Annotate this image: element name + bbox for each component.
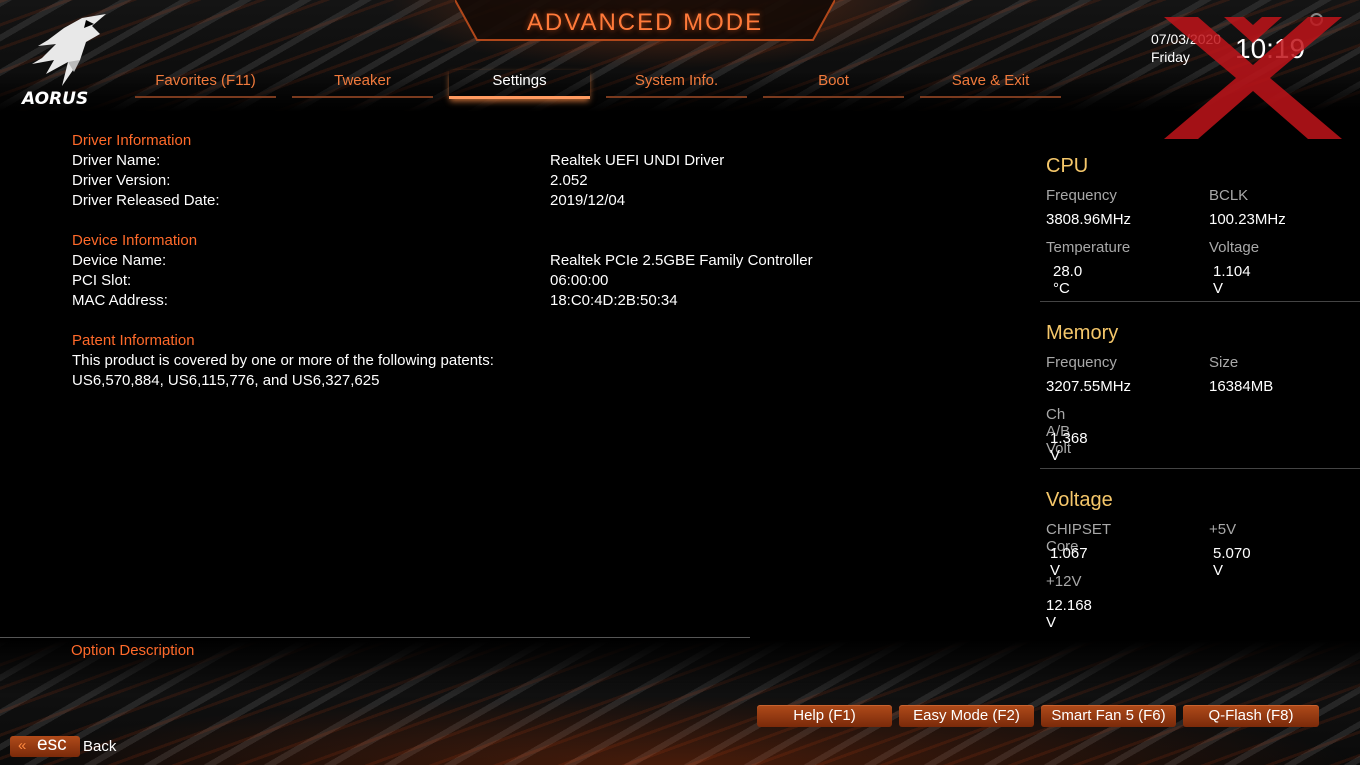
- option-description-divider: [0, 637, 750, 638]
- back-label: Back: [83, 738, 117, 755]
- panel-divider: [1040, 468, 1360, 469]
- esc-key-label: esc: [37, 734, 67, 755]
- pci-slot-label: PCI Slot:: [72, 272, 132, 289]
- watermark-logo: [1164, 17, 1342, 139]
- cpu-bclk-value: 100.23MHz: [1209, 211, 1286, 228]
- plus5v-value: 5.070 V: [1213, 545, 1251, 579]
- tab-label: Settings: [492, 72, 547, 89]
- cpu-voltage-label: Voltage: [1209, 239, 1260, 256]
- patent-text-line-2: US6,570,884, US6,115,776, and US6,327,62…: [72, 372, 380, 389]
- esc-button[interactable]: « esc: [10, 734, 80, 757]
- pci-slot-row: PCI Slot: 06:00:00: [72, 271, 892, 291]
- plus12v-label: +12V: [1046, 573, 1082, 590]
- cpu-voltage-value: 1.104 V: [1213, 263, 1251, 297]
- driver-name-row: Driver Name: Realtek UEFI UNDI Driver: [72, 151, 892, 171]
- memory-frequency-label: Frequency: [1046, 354, 1117, 371]
- driver-date-row: Driver Released Date: 2019/12/04: [72, 191, 892, 211]
- mac-address-value: 18:C0:4D:2B:50:34: [550, 292, 678, 309]
- qflash-button[interactable]: Q-Flash (F8): [1183, 705, 1319, 727]
- driver-name-label: Driver Name:: [72, 152, 161, 169]
- memory-heading: Memory: [1046, 322, 1119, 344]
- plus12v-value: 12.168 V: [1046, 597, 1092, 631]
- tab-label: Boot: [818, 72, 849, 89]
- device-name-value: Realtek PCIe 2.5GBE Family Controller: [550, 252, 813, 269]
- driver-name-value: Realtek UEFI UNDI Driver: [550, 152, 725, 169]
- tab-label: System Info.: [634, 72, 719, 89]
- tab-label: Save & Exit: [951, 72, 1030, 89]
- footer-background: [0, 640, 1360, 765]
- cpu-temperature-value: 28.0 °C: [1053, 263, 1083, 297]
- cpu-temperature-label: Temperature: [1046, 239, 1131, 256]
- title-plate: ADVANCED MODE: [455, 0, 835, 44]
- cpu-frequency-label: Frequency: [1046, 187, 1117, 204]
- settings-content: Driver Information Driver Name: Realtek …: [72, 131, 892, 391]
- tab-label: Tweaker: [334, 72, 391, 89]
- device-name-row: Device Name: Realtek PCIe 2.5GBE Family …: [72, 251, 892, 271]
- aorus-eagle-icon: [32, 14, 106, 86]
- driver-date-value: 2019/12/04: [550, 192, 626, 209]
- patent-info-heading: Patent Information: [72, 332, 195, 349]
- plus5v-label: +5V: [1209, 521, 1237, 538]
- tab-tweaker[interactable]: Tweaker: [292, 70, 433, 98]
- patent-text-line-1: This product is covered by one or more o…: [72, 352, 494, 369]
- driver-date-label: Driver Released Date:: [72, 192, 220, 209]
- cpu-frequency-value: 3808.96MHz: [1046, 211, 1132, 228]
- tab-system-info[interactable]: System Info.: [606, 70, 747, 98]
- panel-divider: [1040, 301, 1360, 302]
- tab-favorites[interactable]: Favorites (F11): [135, 70, 276, 98]
- driver-info-heading: Driver Information: [72, 132, 192, 149]
- memory-size-label: Size: [1209, 354, 1239, 371]
- device-info-heading: Device Information: [72, 232, 198, 249]
- mac-address-label: MAC Address:: [72, 292, 168, 309]
- logo-text: AORUS: [22, 89, 89, 109]
- double-chevron-left-icon: «: [18, 737, 27, 754]
- driver-version-row: Driver Version: 2.052: [72, 171, 892, 191]
- page-title: ADVANCED MODE: [526, 9, 764, 36]
- tab-save-exit[interactable]: Save & Exit: [920, 70, 1061, 98]
- cpu-bclk-label: BCLK: [1209, 187, 1249, 204]
- mac-address-row: MAC Address: 18:C0:4D:2B:50:34: [72, 291, 892, 311]
- tab-boot[interactable]: Boot: [763, 70, 904, 98]
- memory-size-value: 16384MB: [1209, 378, 1274, 395]
- help-button[interactable]: Help (F1): [757, 705, 892, 727]
- smart-fan-button[interactable]: Smart Fan 5 (F6): [1041, 705, 1176, 727]
- voltage-heading: Voltage: [1046, 489, 1113, 511]
- driver-version-value: 2.052: [550, 172, 588, 189]
- cpu-heading: CPU: [1046, 155, 1089, 177]
- device-name-label: Device Name:: [72, 252, 167, 269]
- memory-frequency-value: 3207.55MHz: [1046, 378, 1132, 395]
- tab-settings[interactable]: Settings: [449, 70, 590, 99]
- tab-label: Favorites (F11): [155, 72, 256, 89]
- driver-version-label: Driver Version:: [72, 172, 171, 189]
- pci-slot-value: 06:00:00: [550, 272, 609, 289]
- memory-chab-value: 1.368 V: [1050, 430, 1088, 464]
- easy-mode-button[interactable]: Easy Mode (F2): [899, 705, 1034, 727]
- option-description-label: Option Description: [71, 642, 195, 659]
- aorus-logo: AORUS: [20, 12, 112, 110]
